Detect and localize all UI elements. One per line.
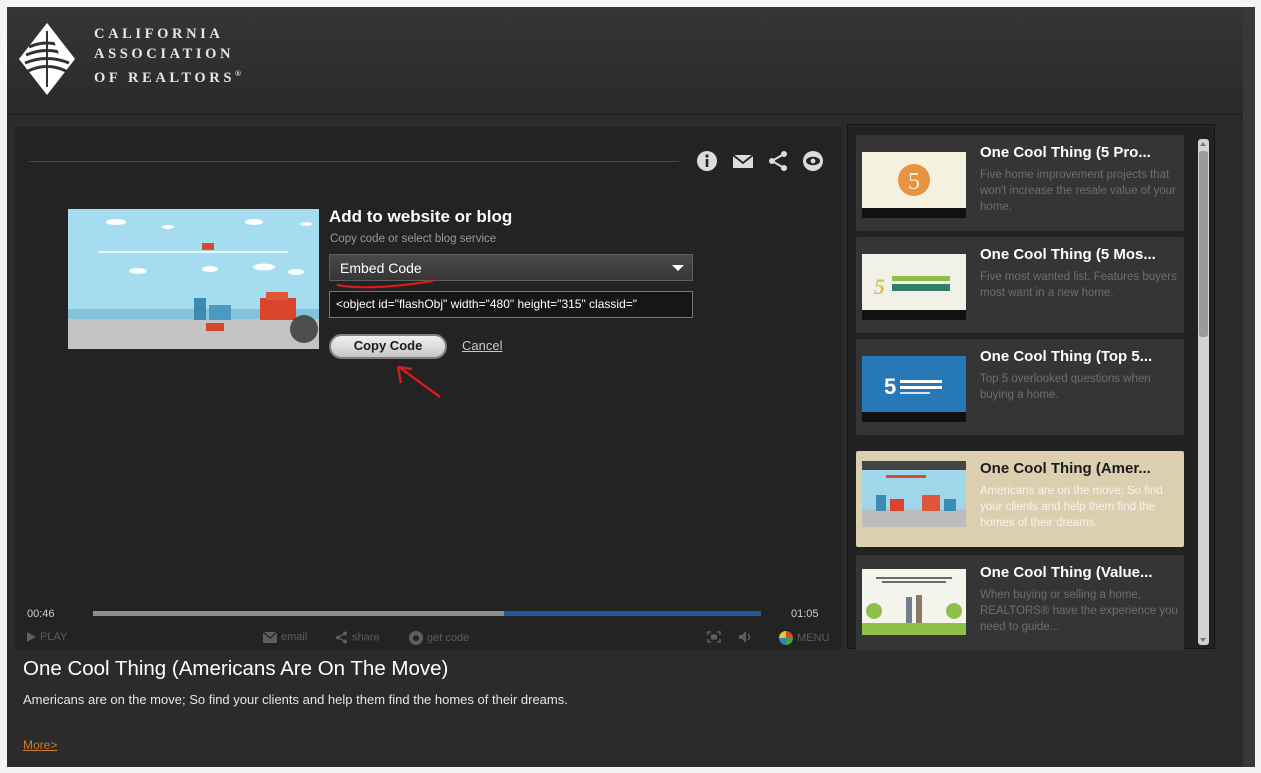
- email-icon[interactable]: [732, 150, 754, 172]
- get-code-label: get code: [427, 631, 470, 644]
- embed-code-field[interactable]: <object id="flashObj" width="480" height…: [329, 291, 693, 318]
- scroll-up-arrow-icon[interactable]: [1200, 142, 1206, 146]
- info-icon[interactable]: [696, 150, 718, 172]
- logo-line-1: CALIFORNIA: [94, 26, 224, 42]
- play-icon: [27, 632, 36, 643]
- progress-bar[interactable]: [93, 611, 761, 616]
- playlist-item-description: Five most wanted list. Features buyers m…: [980, 271, 1177, 299]
- playlist-thumbnail: 5: [862, 254, 966, 320]
- video-description: Americans are on the move; So find your …: [23, 692, 568, 707]
- playlist-scrollbar[interactable]: [1198, 139, 1209, 645]
- eye-icon[interactable]: [802, 150, 824, 172]
- logo-line-3: OF REALTORS®: [94, 69, 241, 86]
- thumbnail-bar: [862, 412, 966, 422]
- playlist-thumbnail: [862, 569, 966, 635]
- video-player: Add to website or blog Copy code or sele…: [15, 127, 841, 650]
- playlist-thumbnail: 5: [862, 356, 966, 422]
- chevron-down-icon: [672, 265, 684, 271]
- menu-button[interactable]: MENU: [779, 631, 829, 645]
- cancel-link[interactable]: Cancel: [462, 338, 502, 353]
- progress-fill: [93, 611, 504, 616]
- email-button[interactable]: email: [263, 631, 307, 643]
- volume-icon: [739, 631, 751, 644]
- total-time: 01:05: [791, 608, 819, 620]
- svg-text:5: 5: [874, 274, 885, 299]
- organization-name[interactable]: CALIFORNIA ASSOCIATION OF REALTORS®: [94, 24, 241, 88]
- logo-line-2: ASSOCIATION: [94, 46, 235, 62]
- play-button[interactable]: PLAY: [27, 631, 67, 643]
- code-icon: [409, 631, 423, 645]
- thumbnail-bar: [862, 310, 966, 320]
- playlist-item[interactable]: 5 One Cool Thing (5 Mos... Five most wan…: [856, 237, 1184, 333]
- menu-color-wheel-icon: [779, 631, 793, 645]
- playlist-item-description: When buying or selling a home, REALTORS®…: [980, 589, 1178, 633]
- playlist-item-description: Americans are on the move; So find your …: [980, 485, 1163, 529]
- elapsed-time: 00:46: [27, 608, 55, 620]
- embed-panel-title: Add to website or blog: [329, 207, 513, 226]
- playlist-item-title: One Cool Thing (Value...: [980, 564, 1153, 581]
- playlist-item-active[interactable]: One Cool Thing (Amer... Americans are on…: [856, 451, 1184, 547]
- share-icon: [336, 631, 347, 644]
- video-thumbnail: [68, 209, 319, 349]
- copy-code-button[interactable]: Copy Code: [329, 334, 447, 359]
- playlist-thumbnail: 5: [862, 152, 966, 218]
- fullscreen-button[interactable]: [707, 631, 725, 643]
- svg-text:5: 5: [884, 374, 896, 399]
- thumbnail-bar: [862, 208, 966, 218]
- red-pen-annotations: [336, 279, 441, 398]
- share-icon[interactable]: [767, 150, 789, 172]
- menu-label: MENU: [797, 631, 830, 644]
- play-label: PLAY: [40, 631, 68, 643]
- share-label: share: [352, 631, 380, 644]
- email-label: email: [281, 631, 308, 643]
- playlist-item-description: Five home improvement projects that won'…: [980, 169, 1176, 213]
- playlist-item-title: One Cool Thing (Amer...: [980, 460, 1151, 477]
- scroll-down-arrow-icon[interactable]: [1200, 638, 1206, 642]
- playlist-panel: 5 One Cool Thing (5 Pro... Five home imp…: [847, 124, 1215, 651]
- volume-button[interactable]: [739, 631, 757, 644]
- scrollbar-thumb[interactable]: [1199, 151, 1208, 337]
- site-header: CALIFORNIA ASSOCIATION OF REALTORS®: [7, 7, 1243, 115]
- playlist-item[interactable]: 5 One Cool Thing (5 Pro... Five home imp…: [856, 135, 1184, 231]
- playlist-item-description: Top 5 overlooked questions when buying a…: [980, 373, 1151, 401]
- playlist-item[interactable]: One Cool Thing (Value... When buying or …: [856, 555, 1184, 651]
- control-bar: PLAY email share get code MENU: [23, 629, 841, 649]
- embed-panel-subtitle: Copy code or select blog service: [330, 233, 497, 245]
- share-button[interactable]: share: [335, 631, 380, 644]
- embed-type-dropdown[interactable]: Embed Code: [329, 254, 693, 281]
- playlist-item-title: One Cool Thing (Top 5...: [980, 348, 1153, 365]
- get-code-button[interactable]: get code: [409, 631, 469, 645]
- playlist-thumbnail: [862, 461, 966, 527]
- playlist-item-title: One Cool Thing (5 Pro...: [980, 144, 1151, 161]
- page-gutter: [1243, 7, 1255, 767]
- more-link[interactable]: More>: [23, 738, 57, 752]
- video-title: One Cool Thing (Americans Are On The Mov…: [23, 657, 449, 680]
- playlist-item[interactable]: 5 One Cool Thing (Top 5... Top 5 overloo…: [856, 339, 1184, 435]
- car-diamond-logo-icon[interactable]: [17, 21, 77, 97]
- player-divider: [29, 161, 679, 162]
- embed-type-value: Embed Code: [340, 260, 422, 276]
- app-window: CALIFORNIA ASSOCIATION OF REALTORS® Add …: [7, 7, 1243, 767]
- playlist-item-title: One Cool Thing (5 Mos...: [980, 246, 1156, 263]
- svg-text:5: 5: [908, 169, 920, 195]
- fullscreen-icon: [707, 631, 721, 643]
- email-icon: [263, 631, 277, 643]
